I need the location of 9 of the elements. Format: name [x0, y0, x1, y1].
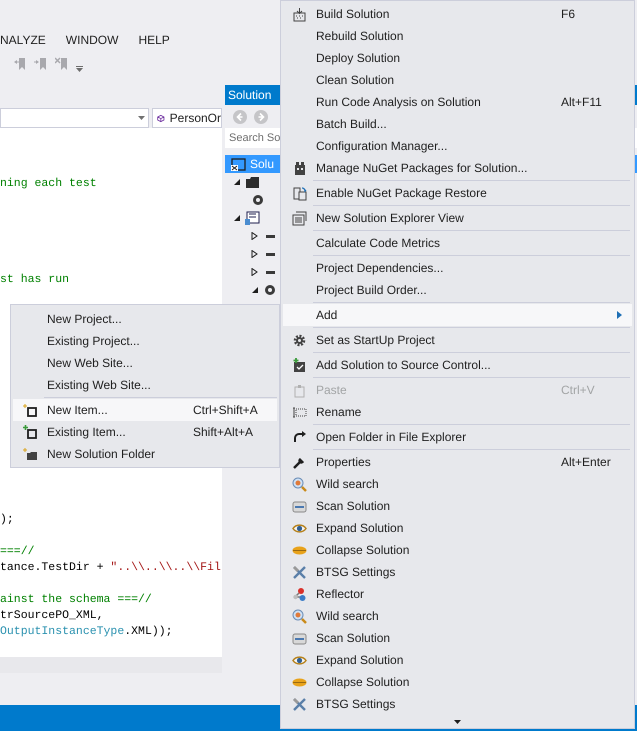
member-dropdown-text: PersonOr: [170, 110, 221, 127]
code-line: );: [0, 512, 14, 528]
code-line: tance.TestDir + "..\\..\\..\\Fil: [0, 560, 221, 576]
code-line: st has run: [0, 272, 70, 288]
code-line: ainst the schema ===//: [0, 592, 152, 608]
code-line: ning each test: [0, 176, 97, 192]
code-line: ===//: [0, 544, 35, 560]
code-line: OutputInstanceType.XML));: [0, 624, 173, 640]
code-line: trSourcePO_XML,: [0, 608, 104, 624]
